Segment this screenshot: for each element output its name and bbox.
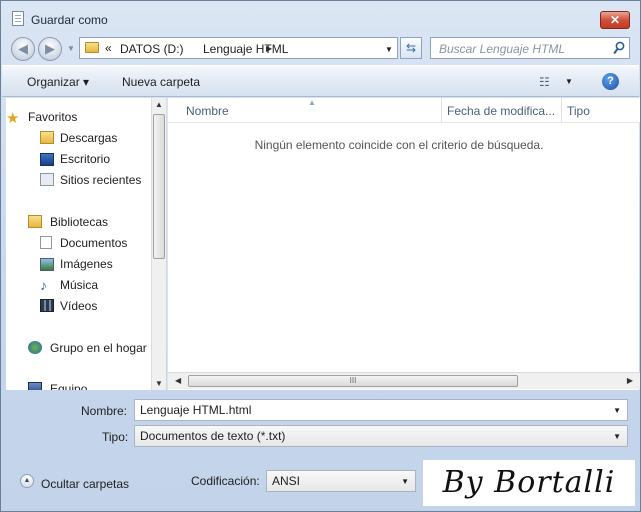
new-folder-button[interactable]: Nueva carpeta — [122, 75, 200, 89]
nav-item-imagenes[interactable]: Imágenes — [40, 257, 113, 271]
computer-icon — [28, 382, 42, 390]
nav-item-escritorio[interactable]: Escritorio — [40, 152, 111, 166]
nav-item-label: Sitios recientes — [60, 173, 142, 187]
nav-item-label: Descargas — [60, 131, 118, 145]
nav-item-documentos[interactable]: Documentos — [40, 236, 128, 250]
chevron-down-icon[interactable]: ▼ — [613, 432, 621, 441]
navigation-scroll-thumb[interactable] — [153, 114, 165, 259]
navigation-scrollbar[interactable]: ▲ ▼ — [151, 98, 166, 390]
encoding-label: Codificación: — [191, 474, 260, 488]
scroll-left-icon[interactable]: ◀ — [175, 376, 181, 385]
star-icon: ★ — [6, 110, 20, 127]
window-title: Guardar como — [31, 13, 108, 27]
filename-field[interactable]: Lenguaje HTML.html ▼ — [134, 399, 628, 421]
watermark: By Bortalli — [423, 460, 635, 506]
close-button[interactable]: ✕ — [600, 11, 630, 29]
search-icon[interactable] — [613, 41, 625, 55]
empty-message: Ningún elemento coincide con el criterio… — [254, 138, 544, 152]
organize-label: Organizar — [27, 75, 80, 89]
nav-item-label: Imágenes — [60, 257, 113, 271]
breadcrumb-datos[interactable]: DATOS (D:) — [120, 42, 184, 56]
nav-item-favoritos[interactable]: ★ Favoritos — [6, 110, 78, 127]
nav-item-label: Vídeos — [60, 299, 98, 313]
scroll-right-icon[interactable]: ▶ — [627, 376, 633, 385]
nav-item-label: Bibliotecas — [50, 215, 109, 229]
column-divider[interactable] — [441, 98, 442, 122]
folder-icon — [85, 42, 99, 53]
nav-item-grupo-hogar[interactable]: Grupo en el hogar — [28, 341, 147, 355]
navigation-pane: ★ Favoritos Descargas Escritorio Sitios … — [6, 98, 151, 390]
horizontal-scroll-thumb[interactable]: III — [188, 375, 518, 387]
type-label: Tipo: — [102, 430, 129, 444]
search-input[interactable]: Buscar Lenguaje HTML — [439, 42, 565, 56]
document-icon — [12, 11, 24, 26]
breadcrumb-lenguaje-html[interactable]: Lenguaje HTML — [203, 42, 288, 56]
documents-icon — [40, 236, 52, 249]
search-box[interactable]: Buscar Lenguaje HTML — [430, 37, 630, 59]
command-bar: Organizar ▾ Nueva carpeta ☷ ▼ ? — [2, 65, 639, 97]
column-name[interactable]: Nombre — [186, 104, 229, 118]
file-type-value: Documentos de texto (*.txt) — [140, 429, 286, 443]
chevron-down-icon[interactable]: ▼ — [401, 477, 409, 486]
column-type[interactable]: Tipo — [567, 104, 590, 118]
hide-folders-button[interactable]: Ocultar carpetas — [41, 477, 129, 491]
details-view-icon[interactable]: ☷ — [539, 75, 550, 89]
address-bar[interactable]: « DATOS (D:) ▶ Lenguaje HTML ▼ — [79, 37, 398, 59]
music-icon: ♪ — [40, 277, 47, 293]
horizontal-scrollbar[interactable]: ◀ III ▶ — [168, 372, 640, 389]
nav-item-descargas[interactable]: Descargas — [40, 131, 118, 145]
file-list[interactable]: ▲ Nombre Fecha de modifica... Tipo Ningú… — [167, 98, 640, 390]
column-headers: ▲ Nombre Fecha de modifica... Tipo — [168, 98, 640, 123]
column-divider[interactable] — [561, 98, 562, 122]
view-dropdown-icon[interactable]: ▼ — [565, 77, 573, 86]
encoding-value: ANSI — [272, 474, 301, 488]
sort-ascending-icon: ▲ — [308, 98, 316, 107]
nav-item-label: Documentos — [60, 236, 128, 250]
scroll-down-icon[interactable]: ▼ — [155, 379, 163, 388]
file-type-select[interactable]: Documentos de texto (*.txt) ▼ — [134, 425, 628, 447]
desktop-icon — [40, 153, 54, 166]
homegroup-icon — [28, 341, 42, 354]
refresh-button[interactable]: ⇆ — [400, 37, 422, 59]
pictures-icon — [40, 258, 54, 271]
nav-item-label: Música — [60, 278, 99, 292]
videos-icon — [40, 299, 54, 312]
nav-item-label: Favoritos — [28, 110, 78, 124]
chevron-down-icon[interactable]: ▼ — [613, 406, 621, 415]
nav-item-bibliotecas[interactable]: Bibliotecas — [28, 215, 109, 229]
column-date-modified[interactable]: Fecha de modifica... — [447, 104, 555, 118]
scroll-up-icon[interactable]: ▲ — [155, 100, 163, 109]
nav-item-label: Grupo en el hogar — [50, 341, 147, 355]
hide-folders-icon[interactable]: ▲ — [20, 474, 34, 488]
forward-button[interactable]: ▶ — [38, 37, 62, 61]
address-overflow[interactable]: « — [105, 41, 112, 55]
save-as-dialog: Guardar como ✕ ◀ ▶ ▼ « DATOS (D:) ▶ Leng… — [0, 0, 641, 512]
nav-item-equipo[interactable]: Equipo — [28, 382, 88, 390]
nav-item-musica[interactable]: ♪ Música — [40, 277, 99, 293]
title-bar[interactable]: Guardar como ✕ — [1, 1, 641, 33]
organize-button[interactable]: Organizar ▾ — [27, 75, 89, 89]
nav-item-label: Equipo — [50, 382, 88, 390]
libraries-icon — [28, 215, 42, 228]
back-button[interactable]: ◀ — [11, 37, 35, 61]
nav-item-videos[interactable]: Vídeos — [40, 299, 98, 313]
address-dropdown-icon[interactable]: ▼ — [385, 45, 393, 54]
filename-input[interactable]: Lenguaje HTML.html — [140, 403, 251, 417]
downloads-icon — [40, 131, 54, 144]
nav-item-sitios-recientes[interactable]: Sitios recientes — [40, 173, 142, 187]
recent-places-icon — [40, 173, 54, 186]
encoding-select[interactable]: ANSI ▼ — [266, 470, 416, 492]
nav-item-label: Escritorio — [60, 152, 111, 166]
recent-locations-dropdown[interactable]: ▼ — [67, 44, 75, 53]
filename-label: Nombre: — [81, 404, 128, 418]
help-icon[interactable]: ? — [602, 73, 619, 90]
